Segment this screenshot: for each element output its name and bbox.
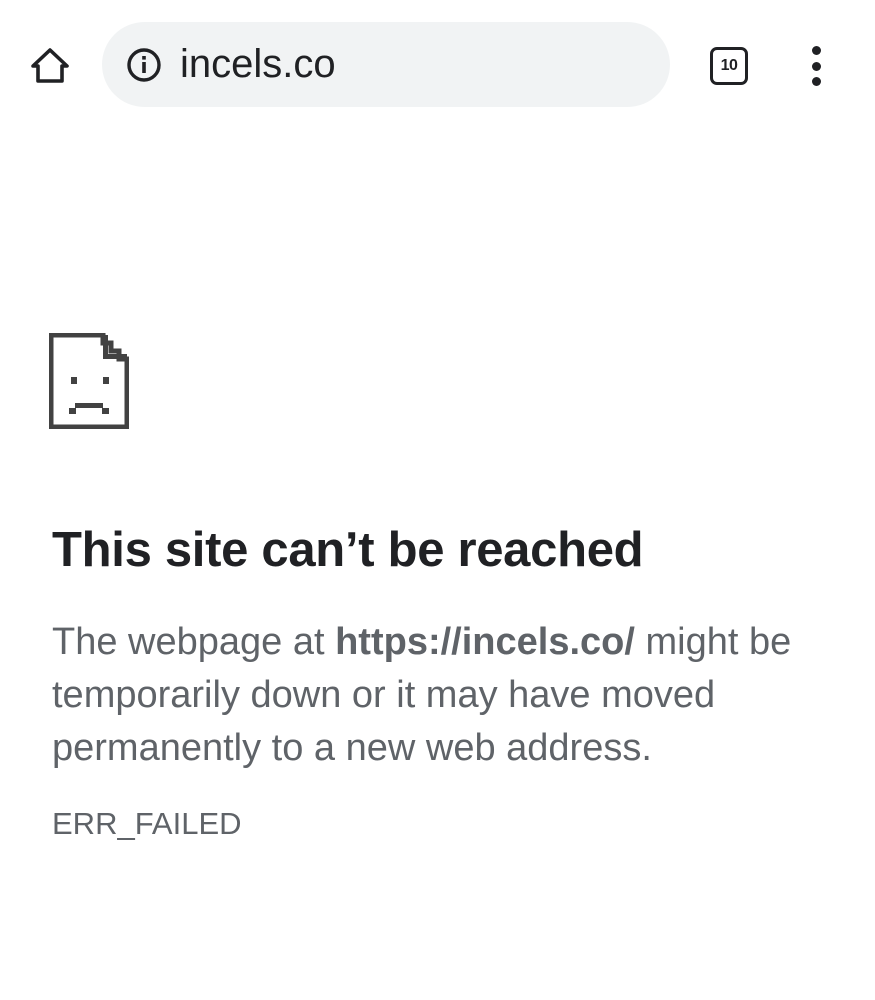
home-icon bbox=[31, 48, 69, 83]
desc-prefix: The webpage at bbox=[52, 621, 336, 663]
menu-dot bbox=[811, 61, 821, 71]
tab-switcher-button[interactable]: 10 bbox=[706, 44, 752, 88]
desc-url: https://incels.co/ bbox=[335, 621, 635, 663]
menu-dot bbox=[811, 77, 821, 86]
address-bar[interactable]: incels.co bbox=[102, 22, 670, 107]
tab-count: 10 bbox=[720, 57, 738, 74]
error-code: ERR_FAILED bbox=[52, 806, 242, 841]
browser-toolbar: incels.co 10 bbox=[0, 0, 875, 130]
error-headline: This site can’t be reached bbox=[52, 523, 644, 577]
tab-count-badge: 10 bbox=[710, 47, 748, 85]
more-vert-icon[interactable] bbox=[796, 40, 836, 92]
sad-page-icon bbox=[49, 333, 129, 429]
error-description: The webpage at https://incels.co/ might … bbox=[52, 616, 842, 775]
menu-dot bbox=[811, 46, 821, 55]
url-text[interactable]: incels.co bbox=[180, 22, 336, 107]
home-button[interactable] bbox=[22, 38, 78, 94]
info-icon[interactable] bbox=[126, 47, 162, 83]
